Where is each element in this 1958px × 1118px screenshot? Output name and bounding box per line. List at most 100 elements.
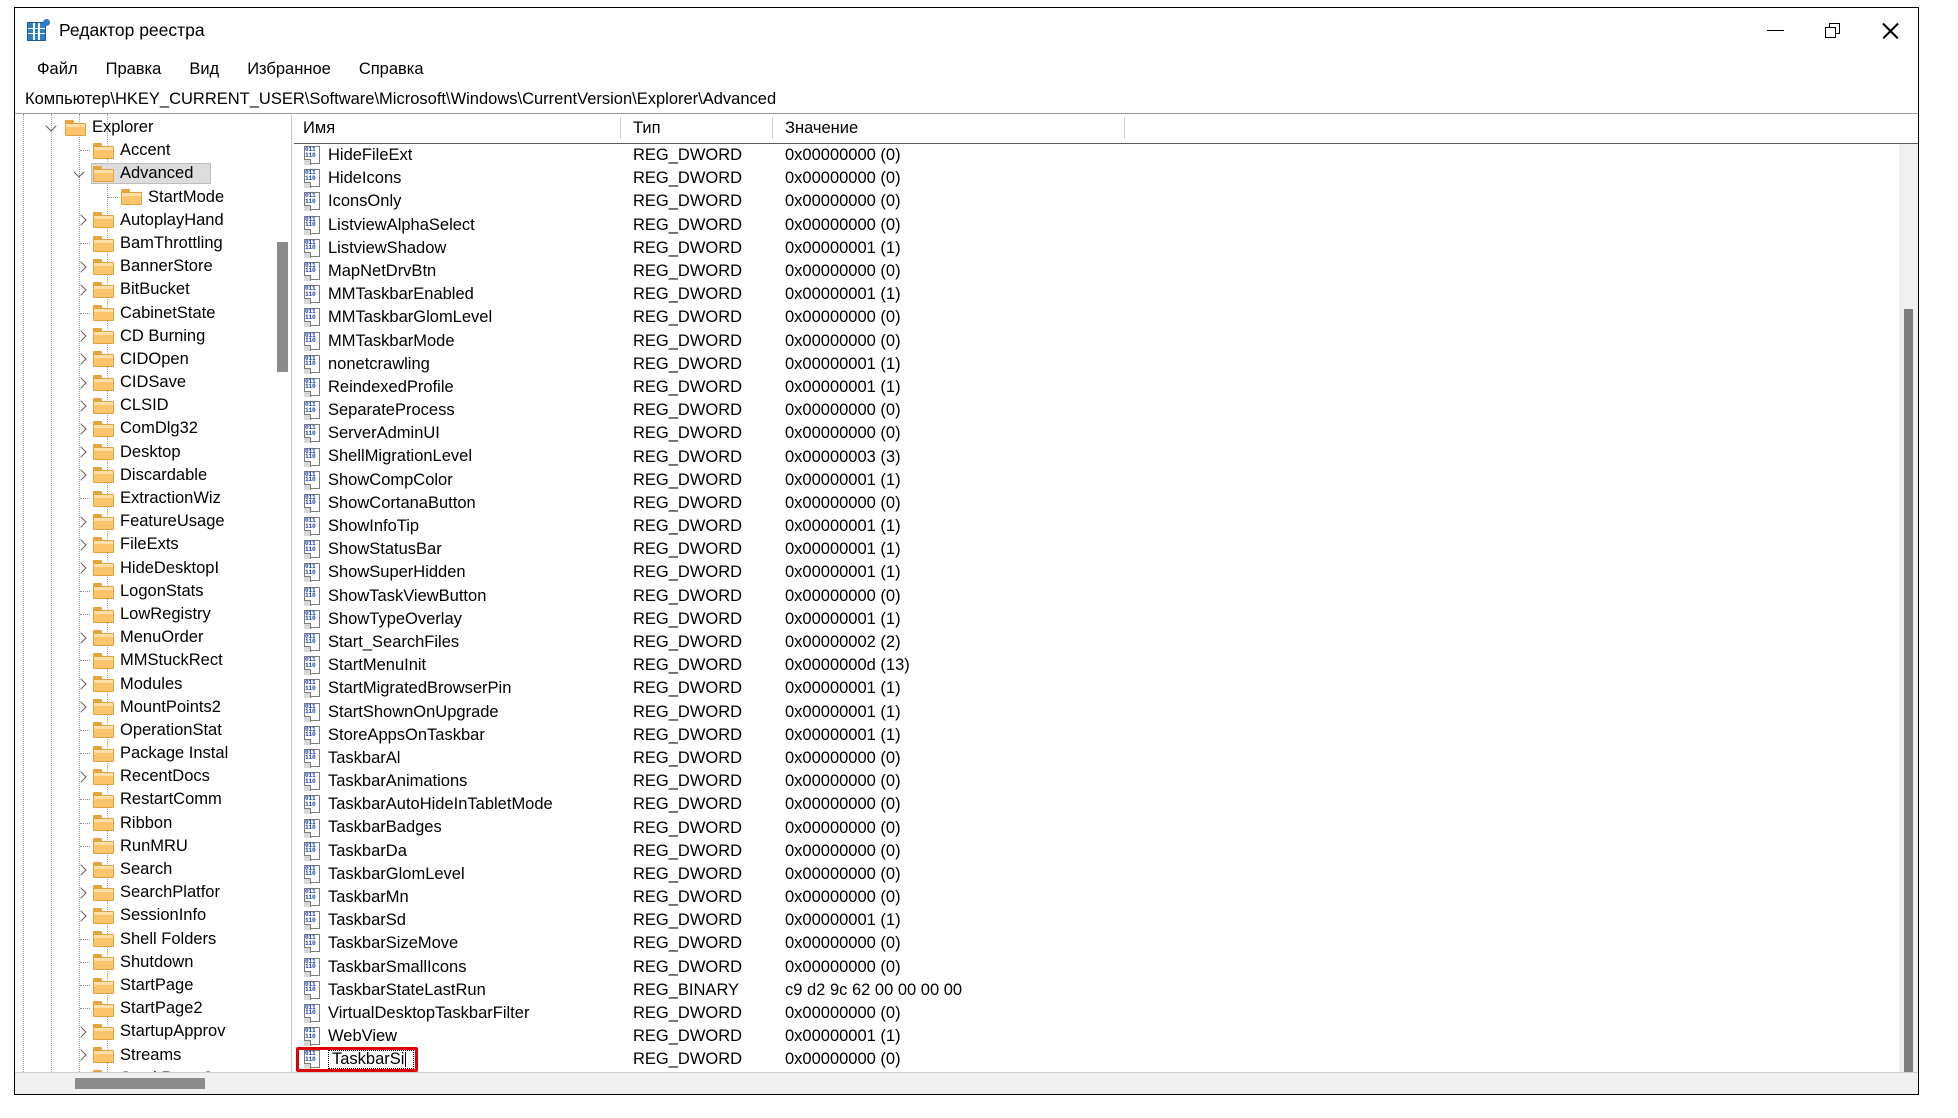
chevron-down-icon[interactable] bbox=[43, 116, 65, 139]
tree-item-mmstuckrect[interactable]: MMStuckRect bbox=[15, 649, 273, 672]
horizontal-scrollbar[interactable] bbox=[15, 1072, 1918, 1094]
chevron-right-icon[interactable] bbox=[71, 510, 93, 533]
column-header-type[interactable]: Тип bbox=[624, 114, 661, 143]
value-row[interactable]: 011 110 IconsOnly REG_DWORD 0x00000000 (0) bbox=[294, 190, 1918, 213]
value-row[interactable]: 011 110 StartMigratedBrowserPin REG_DWORD 0x… bbox=[294, 677, 1918, 700]
column-header-value[interactable]: Значение bbox=[776, 114, 858, 143]
value-row[interactable]: 011 110 MMTaskbarGlomLevel REG_DWORD 0x00000… bbox=[294, 306, 1918, 329]
value-row[interactable]: 011 110 nonetcrawling REG_DWORD 0x00000001 (… bbox=[294, 353, 1918, 376]
tree-item-featureusage[interactable]: FeatureUsage bbox=[15, 510, 273, 533]
chevron-right-icon[interactable] bbox=[71, 464, 93, 487]
tree-item-menuorder[interactable]: MenuOrder bbox=[15, 626, 273, 649]
value-row[interactable]: 011 110 WebView REG_DWORD 0x00000001 (1) bbox=[294, 1025, 1918, 1048]
value-row[interactable]: 011 110 TaskbarBadges REG_DWORD 0x00000000 (… bbox=[294, 816, 1918, 839]
tree-item-discardable[interactable]: Discardable bbox=[15, 464, 273, 487]
address-bar[interactable]: Компьютер\HKEY_CURRENT_USER\Software\Mic… bbox=[15, 85, 1918, 114]
tree-item-fileexts[interactable]: FileExts bbox=[15, 533, 273, 556]
chevron-right-icon[interactable] bbox=[71, 765, 93, 788]
value-row[interactable]: 011 110 TaskbarSd REG_DWORD 0x00000001 (1) bbox=[294, 909, 1918, 932]
restore-button[interactable] bbox=[1804, 8, 1861, 53]
column-divider[interactable] bbox=[772, 117, 773, 139]
tree-item-bitbucket[interactable]: BitBucket bbox=[15, 278, 273, 301]
tree-item-recentdocs[interactable]: RecentDocs bbox=[15, 765, 273, 788]
chevron-right-icon[interactable] bbox=[71, 557, 93, 580]
tree-item-sessioninfo[interactable]: SessionInfo bbox=[15, 904, 273, 927]
chevron-right-icon[interactable] bbox=[71, 626, 93, 649]
value-row[interactable]: 011 110 ShowTypeOverlay REG_DWORD 0x00000001… bbox=[294, 608, 1918, 631]
minimize-button[interactable] bbox=[1747, 8, 1804, 53]
tree-item-bannerstore[interactable]: BannerStore bbox=[15, 255, 273, 278]
column-header-name[interactable]: Имя bbox=[294, 114, 335, 143]
tree-vertical-scrollbar[interactable] bbox=[273, 114, 291, 1072]
tree-item-comdlg32[interactable]: ComDlg32 bbox=[15, 417, 273, 440]
column-divider[interactable] bbox=[1124, 117, 1125, 139]
value-row[interactable]: 011 110 TaskbarAutoHideInTabletMode REG_DWO… bbox=[294, 793, 1918, 816]
horizontal-scrollbar-thumb[interactable] bbox=[75, 1078, 205, 1089]
chevron-down-icon[interactable] bbox=[71, 162, 93, 185]
tree-item-startupapprov[interactable]: StartupApprov bbox=[15, 1020, 273, 1043]
chevron-right-icon[interactable] bbox=[71, 533, 93, 556]
value-row[interactable]: 011 110 ServerAdminUI REG_DWORD 0x00000000 (… bbox=[294, 422, 1918, 445]
tree-item-lowregistry[interactable]: LowRegistry bbox=[15, 603, 273, 626]
chevron-right-icon[interactable] bbox=[71, 696, 93, 719]
tree-item-hidedesktopi[interactable]: HideDesktopI bbox=[15, 557, 273, 580]
value-row[interactable]: 011 110 ListviewShadow REG_DWORD 0x00000001 … bbox=[294, 237, 1918, 260]
chevron-right-icon[interactable] bbox=[71, 1020, 93, 1043]
chevron-right-icon[interactable] bbox=[71, 394, 93, 417]
value-row[interactable]: 011 110 SeparateProcess REG_DWORD 0x00000000… bbox=[294, 399, 1918, 422]
chevron-right-icon[interactable] bbox=[71, 904, 93, 927]
value-row[interactable]: 011 110 TaskbarSizeMove REG_DWORD 0x00000000… bbox=[294, 932, 1918, 955]
value-row[interactable]: 011 110 HideFileExt REG_DWORD 0x00000000 (0) bbox=[294, 144, 1918, 167]
value-row[interactable]: 011 110 ReindexedProfile REG_DWORD 0x0000000… bbox=[294, 376, 1918, 399]
tree-item-cd-burning[interactable]: CD Burning bbox=[15, 325, 273, 348]
value-row[interactable]: 011 110 ShellMigrationLevel REG_DWORD 0x0000… bbox=[294, 445, 1918, 468]
value-row[interactable]: 011 110 StartMenuInit REG_DWORD 0x0000000d (… bbox=[294, 654, 1918, 677]
tree-item-logonstats[interactable]: LogonStats bbox=[15, 580, 273, 603]
tree-item-startpage[interactable]: StartPage bbox=[15, 974, 273, 997]
value-rename-input[interactable]: TaskbarSi bbox=[328, 1050, 414, 1070]
tree-item-mountpoints2[interactable]: MountPoints2 bbox=[15, 696, 273, 719]
chevron-right-icon[interactable] bbox=[71, 278, 93, 301]
chevron-right-icon[interactable] bbox=[71, 209, 93, 232]
value-row[interactable]: 011 110 MMTaskbarMode REG_DWORD 0x00000000 (… bbox=[294, 330, 1918, 353]
value-row[interactable]: 011 110 MapNetDrvBtn REG_DWORD 0x00000000 (0… bbox=[294, 260, 1918, 283]
value-row[interactable]: 011 110 ShowCortanaButton REG_DWORD 0x000000… bbox=[294, 492, 1918, 515]
menu-item-favorites[interactable]: Избранное bbox=[245, 58, 333, 81]
list-scrollbar-thumb[interactable] bbox=[1904, 309, 1913, 1072]
tree-item-modules[interactable]: Modules bbox=[15, 673, 273, 696]
list-vertical-scrollbar[interactable] bbox=[1899, 144, 1918, 1072]
value-row[interactable]: 011 110 TaskbarDa REG_DWORD 0x00000000 (0) bbox=[294, 840, 1918, 863]
value-row-editing[interactable]: 011 110 TaskbarSi REG_DWORD 0x00000000 (0) bbox=[294, 1047, 1918, 1072]
value-row[interactable]: 011 110 TaskbarStateLastRun REG_BINARY c9 d2… bbox=[294, 979, 1918, 1002]
tree-item-accent[interactable]: Accent bbox=[15, 139, 273, 162]
tree-scrollbar-thumb[interactable] bbox=[277, 242, 288, 372]
chevron-right-icon[interactable] bbox=[71, 1044, 93, 1067]
tree-item-restartcomm[interactable]: RestartComm bbox=[15, 788, 273, 811]
value-row[interactable]: 011 110 TaskbarGlomLevel REG_DWORD 0x0000000… bbox=[294, 863, 1918, 886]
value-row[interactable]: 011 110 ListviewAlphaSelect REG_DWORD 0x0000… bbox=[294, 214, 1918, 237]
tree-item-explorer[interactable]: Explorer bbox=[15, 116, 273, 139]
tree-item-cabinetstate[interactable]: CabinetState bbox=[15, 302, 273, 325]
menu-item-edit[interactable]: Правка bbox=[104, 58, 164, 81]
value-row[interactable]: 011 110 ShowCompColor REG_DWORD 0x00000001 (… bbox=[294, 469, 1918, 492]
chevron-right-icon[interactable] bbox=[71, 441, 93, 464]
value-row[interactable]: 011 110 StoreAppsOnTaskbar REG_DWORD 0x00000… bbox=[294, 724, 1918, 747]
tree-item-extractionwiz[interactable]: ExtractionWiz bbox=[15, 487, 273, 510]
chevron-right-icon[interactable] bbox=[71, 673, 93, 696]
value-row[interactable]: 011 110 TaskbarSmallIcons REG_DWORD 0x000000… bbox=[294, 956, 1918, 979]
chevron-right-icon[interactable] bbox=[71, 371, 93, 394]
value-row[interactable]: 011 110 StartShownOnUpgrade REG_DWORD 0x0000… bbox=[294, 701, 1918, 724]
column-divider[interactable] bbox=[620, 117, 621, 139]
chevron-right-icon[interactable] bbox=[71, 881, 93, 904]
menu-item-view[interactable]: Вид bbox=[187, 58, 221, 81]
value-row[interactable]: 011 110 Start_SearchFiles REG_DWORD 0x000000… bbox=[294, 631, 1918, 654]
tree-item-operationstat[interactable]: OperationStat bbox=[15, 719, 273, 742]
tree-item-searchplatfor[interactable]: SearchPlatfor bbox=[15, 881, 273, 904]
tree-item-desktop[interactable]: Desktop bbox=[15, 441, 273, 464]
tree-item-cidsave[interactable]: CIDSave bbox=[15, 371, 273, 394]
chevron-right-icon[interactable] bbox=[71, 348, 93, 371]
tree-item-streams[interactable]: Streams bbox=[15, 1044, 273, 1067]
value-row[interactable]: 011 110 VirtualDesktopTaskbarFilter REG_DWO… bbox=[294, 1002, 1918, 1025]
tree-item-cidopen[interactable]: CIDOpen bbox=[15, 348, 273, 371]
tree-item-package-instal[interactable]: Package Instal bbox=[15, 742, 273, 765]
